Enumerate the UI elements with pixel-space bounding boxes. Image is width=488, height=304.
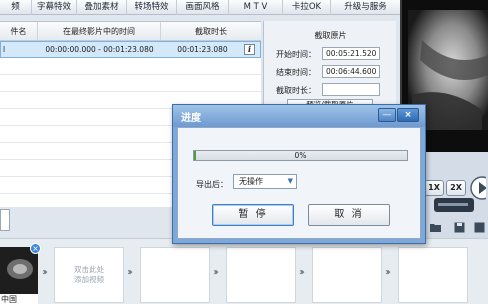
close-button[interactable]: × [397, 108, 419, 122]
dialog-title: 进度 [181, 113, 201, 124]
volume-slider[interactable] [434, 198, 474, 212]
clip-label: 中国 [0, 294, 38, 304]
settings-icon[interactable] [474, 222, 486, 233]
add-video-hint-line2: 添加视频 [74, 275, 104, 284]
pause-button[interactable]: 暂 停 [212, 204, 294, 226]
tab-karaoke[interactable]: 卡拉OK [283, 0, 331, 15]
left-scroll-field[interactable] [0, 209, 10, 231]
timeline-clip[interactable]: 中国 [0, 247, 38, 304]
after-export-value: 无操作 [239, 177, 263, 186]
trim-length-field[interactable] [322, 83, 380, 96]
progress-text: 0% [294, 151, 307, 160]
row-filename: l [3, 45, 6, 54]
chevron-down-icon: ▼ [287, 177, 293, 185]
after-export-label: 导出后： [196, 180, 228, 189]
tab-picture-style[interactable]: 画面风格 [177, 0, 229, 15]
speed-1x-button[interactable]: 1X [424, 180, 444, 196]
progress-dialog: 进度 — × 0% 导出后： 无操作 ▼ 暂 停 取 消 [172, 104, 426, 244]
tab-upgrade-service[interactable]: 升级与服务 [331, 0, 400, 15]
tab-video[interactable]: 频 [0, 0, 32, 15]
export-progress-bar: 0% [193, 150, 408, 161]
chevron-right-icon: ››› [385, 267, 391, 278]
chevron-right-icon: ››› [127, 267, 133, 278]
empty-row [0, 58, 261, 75]
empty-slot[interactable] [312, 247, 382, 303]
top-tab-bar: 频 字幕特效 叠加素材 转场特效 画面风格 M T V 卡拉OK 升级与服务 [0, 0, 400, 15]
row-duration: 00:01:23.080 [177, 45, 228, 54]
end-time-field[interactable]: 00:06:44.600 [322, 65, 380, 78]
add-video-hint: 双击此处 添加视频 [55, 265, 123, 285]
chevron-right-icon: ››› [299, 267, 305, 278]
column-duration[interactable]: 截取时长 [161, 22, 261, 40]
tab-overlay-materials[interactable]: 叠加素材 [77, 0, 127, 15]
empty-row [0, 75, 261, 92]
save-icon[interactable] [454, 222, 466, 233]
end-time-label: 结束时间： [276, 68, 316, 77]
timeline-strip: 中国 × ››› 双击此处 添加视频 ››› ››› ››› ››› [0, 238, 488, 304]
empty-slot[interactable] [398, 247, 468, 303]
trim-title: 截取原片 [314, 31, 347, 40]
dialog-body: 0% 导出后： 无操作 ▼ 暂 停 取 消 [177, 127, 421, 239]
tab-mtv[interactable]: M T V [229, 0, 283, 15]
speed-2x-button[interactable]: 2X [446, 180, 466, 196]
info-icon[interactable]: i [244, 44, 255, 55]
play-icon[interactable] [470, 176, 486, 200]
column-final-time[interactable]: 在最终影片中的时间 [38, 22, 161, 40]
start-time-label: 开始时间： [276, 50, 316, 59]
column-filename[interactable]: 件名 [0, 22, 38, 40]
empty-slot[interactable] [140, 247, 210, 303]
row-final-time: 00:00:00.000 - 00:01:23.080 [45, 45, 154, 54]
tab-transition-effects[interactable]: 转场特效 [127, 0, 177, 15]
trim-length-label: 截取时长： [276, 86, 316, 95]
tab-subtitle-effects[interactable]: 字幕特效 [32, 0, 77, 15]
dialog-titlebar[interactable]: 进度 — × [173, 105, 425, 127]
list-row[interactable]: l 00:00:00.000 - 00:01:23.080 00:01:23.0… [0, 41, 261, 58]
chevron-right-icon: ››› [213, 267, 219, 278]
minimize-button[interactable]: — [378, 108, 396, 122]
after-export-select[interactable]: 无操作 ▼ [233, 174, 297, 189]
chevron-right-icon: ››› [42, 267, 48, 278]
clip-remove-icon[interactable]: × [30, 243, 41, 254]
cancel-button[interactable]: 取 消 [308, 204, 390, 226]
open-folder-icon[interactable] [430, 222, 442, 233]
clip-thumbnail [0, 247, 38, 295]
add-video-slot[interactable]: 双击此处 添加视频 [54, 247, 124, 303]
empty-slot[interactable] [226, 247, 296, 303]
start-time-field[interactable]: 00:05:21.520 [322, 47, 380, 60]
add-video-hint-line1: 双击此处 [74, 265, 104, 274]
list-header: 件名 在最终影片中的时间 截取时长 [0, 22, 261, 41]
